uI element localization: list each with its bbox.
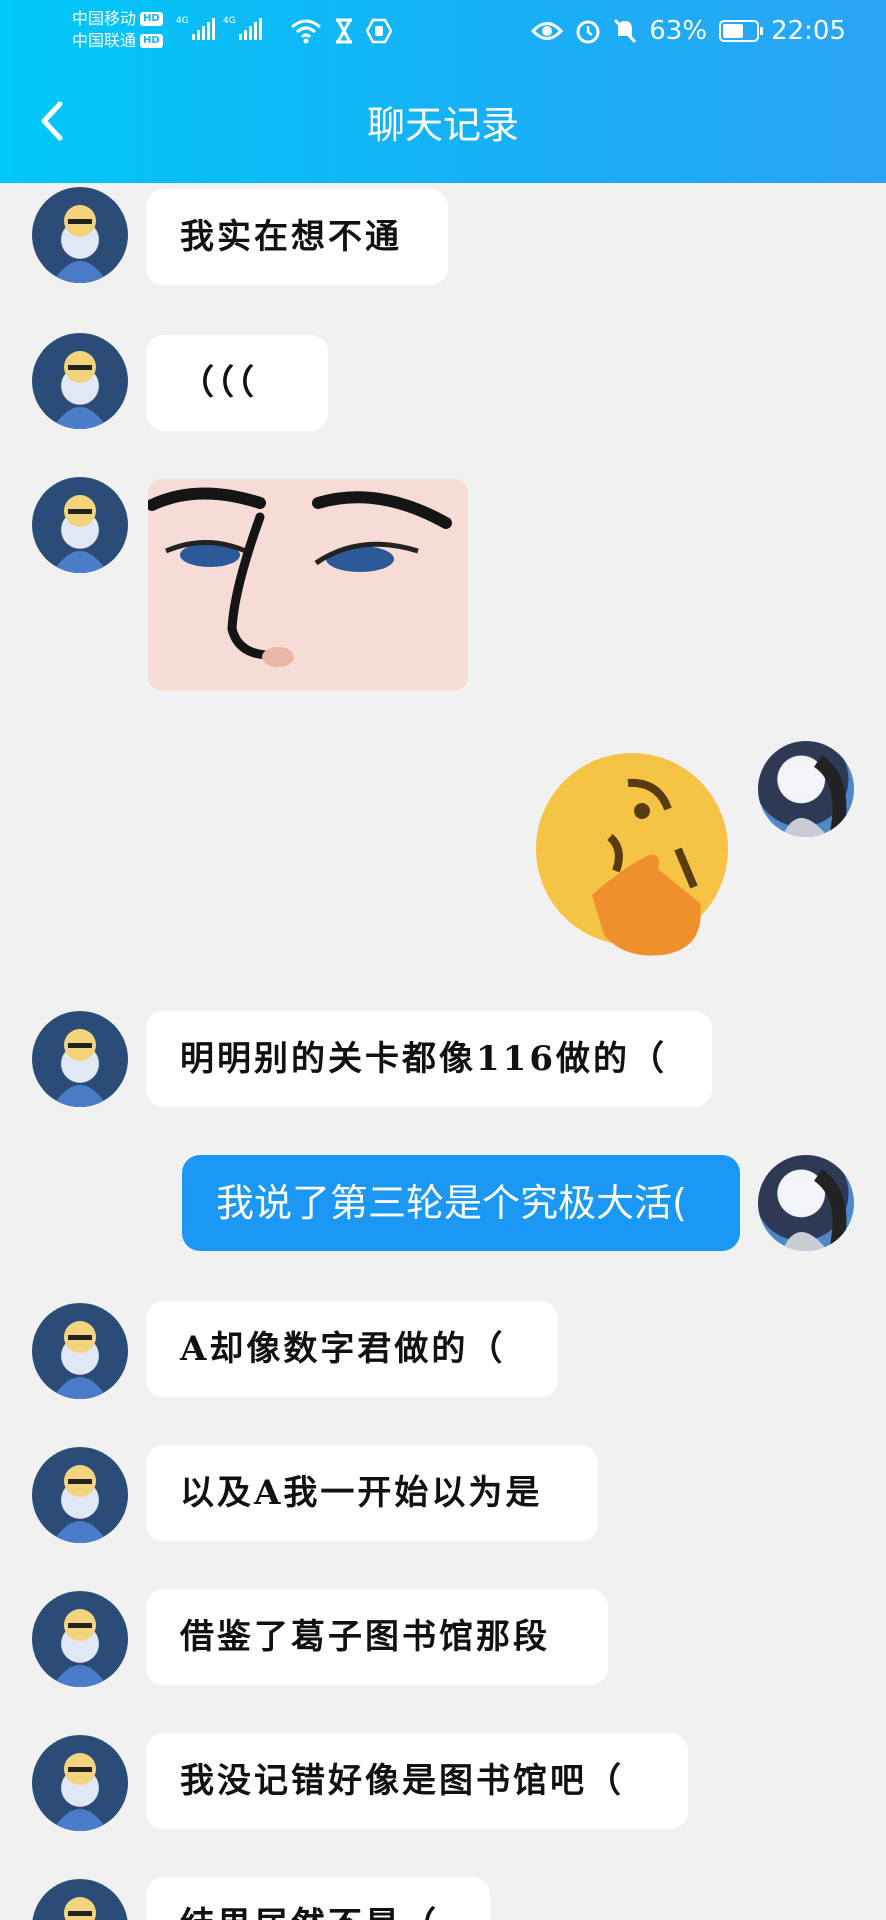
status-bar: 中国移动 HD 中国联通 HD 4G 4G 63% 22:05 (0, 0, 886, 68)
battery-icon (719, 20, 764, 42)
message-bubble-outgoing[interactable]: 我说了第三轮是个究极大活( (182, 1155, 740, 1251)
contact-avatar[interactable] (32, 1591, 128, 1687)
message-bubble[interactable]: 结果居然不是（ (146, 1877, 490, 1920)
contact-avatar[interactable] (32, 477, 128, 573)
message-bubble[interactable]: 借鉴了葛子图书馆那段 (146, 1589, 608, 1685)
contact-avatar[interactable] (32, 333, 128, 429)
my-avatar[interactable] (758, 1155, 854, 1251)
signal-strength-icon: 4G (223, 16, 262, 40)
contact-avatar[interactable] (32, 1879, 128, 1920)
carrier-2-label: 中国联通 (72, 31, 137, 50)
hand-shield-icon (366, 18, 392, 44)
battery-percent: 63% (649, 16, 708, 46)
hd-badge: HD (140, 12, 163, 26)
hd-badge: HD (140, 34, 163, 48)
clock-time: 22:05 (771, 16, 846, 46)
my-avatar[interactable] (758, 741, 854, 837)
face-closeup-sticker[interactable] (148, 479, 468, 691)
page-title: 聊天记录 (366, 103, 519, 147)
message-bubble[interactable]: 明明别的关卡都像116做的（ (146, 1011, 712, 1107)
contact-avatar[interactable] (32, 1011, 128, 1107)
network-type-label: 4G (176, 16, 189, 26)
contact-avatar[interactable] (32, 187, 128, 283)
contact-avatar[interactable] (32, 1735, 128, 1831)
message-bubble[interactable]: 我没记错好像是图书馆吧（ (146, 1733, 688, 1829)
message-bubble[interactable]: A却像数字君做的（ (146, 1301, 558, 1397)
chat-history-list[interactable]: 我实在想不通 （（（ 明明别的关卡都像116做的（ 我说了第三轮是个究极大活(… (0, 183, 886, 1920)
carrier-info: 中国移动 HD 中国联通 HD (72, 8, 163, 52)
network-type-label: 4G (223, 16, 236, 26)
header-bar: 中国移动 HD 中国联通 HD 4G 4G 63% 22:05 聊天记录 (0, 0, 886, 183)
alarm-icon (576, 20, 600, 44)
wifi-icon (291, 19, 321, 44)
signal-strength-icon: 4G (176, 16, 215, 40)
contact-avatar[interactable] (32, 1447, 128, 1543)
hourglass-icon (336, 18, 352, 44)
eye-icon (531, 22, 564, 40)
mute-bell-icon (614, 18, 637, 44)
message-bubble[interactable]: （（（ (146, 335, 328, 431)
message-bubble[interactable]: 我实在想不通 (146, 189, 448, 285)
message-bubble[interactable]: 以及A我一开始以为是 (146, 1445, 598, 1541)
contact-avatar[interactable] (32, 1303, 128, 1399)
thinking-emoji-sticker[interactable] (532, 753, 736, 963)
carrier-1-label: 中国移动 (72, 9, 137, 28)
